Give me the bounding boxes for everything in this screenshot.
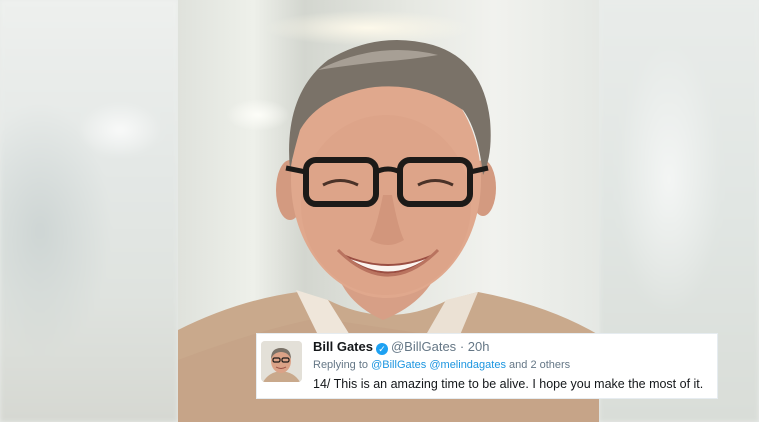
image-stage: Bill Gates ✓ @BillGates · 20h Replying to … [0, 0, 759, 422]
reply-mention-billgates[interactable]: @BillGates [371, 359, 426, 371]
separator-dot: · [459, 339, 465, 354]
tweet-text: 14/ This is an amazing time to be alive.… [313, 377, 704, 391]
verified-badge-icon: ✓ [375, 343, 388, 355]
user-handle[interactable]: @BillGates [391, 339, 456, 354]
reply-context: Replying to @BillGates @melindagates and… [313, 359, 570, 371]
display-name[interactable]: Bill Gates [313, 339, 373, 354]
avatar-portrait [261, 341, 302, 382]
tweet-header: Bill Gates ✓ @BillGates · 20h [313, 339, 489, 355]
blurred-background-left [0, 0, 178, 422]
tweet-timestamp[interactable]: 20h [468, 339, 490, 354]
reply-prefix: Replying to [313, 359, 369, 371]
tweet-card[interactable]: Bill Gates ✓ @BillGates · 20h Replying to … [256, 333, 718, 399]
reply-mention-melindagates[interactable]: @melindagates [429, 359, 506, 371]
avatar[interactable] [261, 341, 302, 382]
reply-others[interactable]: and 2 others [509, 359, 570, 371]
